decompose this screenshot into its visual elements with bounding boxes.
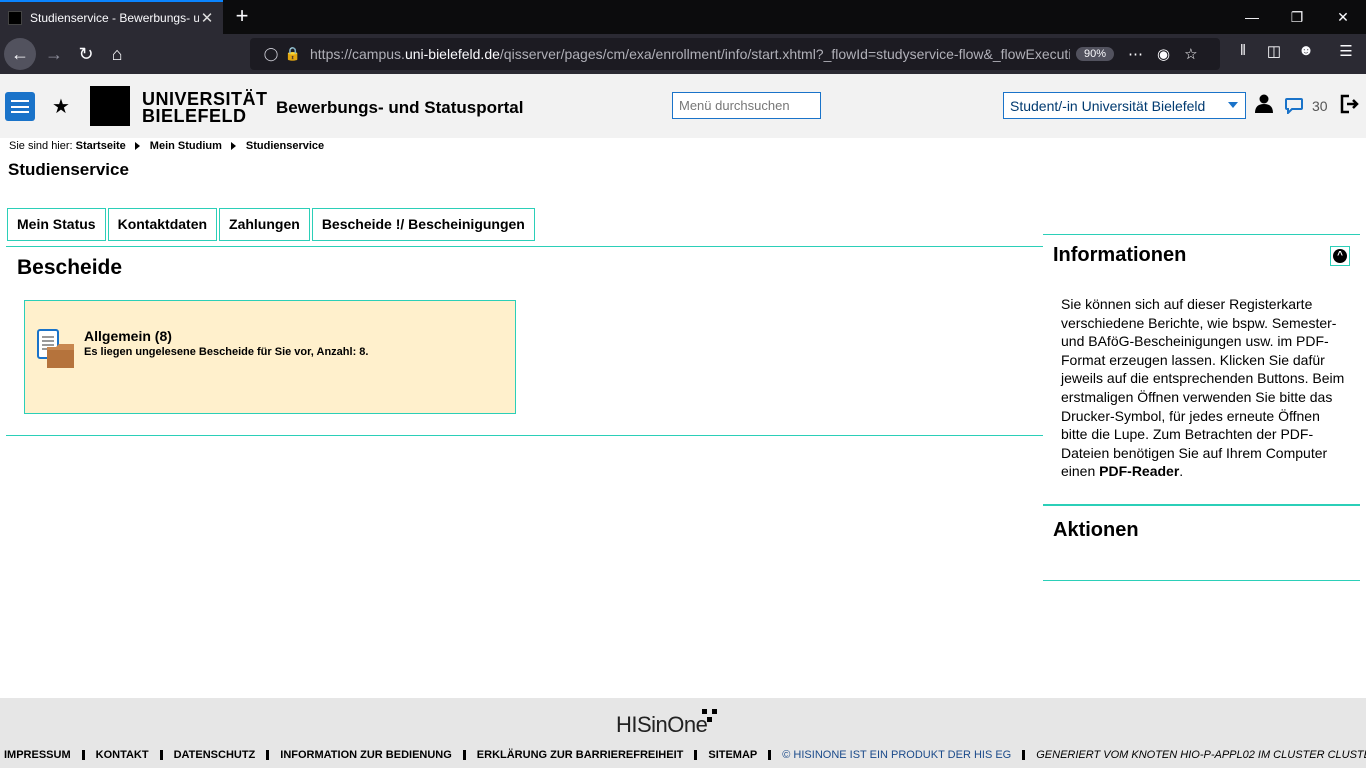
- footer: HISinOne IMPRESSUM KONTAKT DATENSCHUTZ I…: [0, 698, 1366, 768]
- pocket-icon[interactable]: ◉: [1157, 45, 1170, 63]
- bookmark-star-icon[interactable]: ☆: [1184, 45, 1197, 63]
- reload-icon[interactable]: ↻: [70, 38, 102, 70]
- logout-icon[interactable]: [1339, 94, 1359, 114]
- portal-title: Bewerbungs- und Statusportal: [276, 98, 524, 117]
- info-panel-text: Sie können sich auf dieser Registerkarte…: [1061, 296, 1345, 480]
- divider: [6, 246, 1043, 247]
- restore-icon[interactable]: ❐: [1274, 0, 1320, 34]
- more-actions-icon[interactable]: ⋯: [1128, 45, 1143, 63]
- footer-link-datenschutz[interactable]: DATENSCHUTZ: [174, 749, 256, 761]
- info-panel: Informationen ^ Sie können sich auf dies…: [1043, 234, 1360, 506]
- messages-icon[interactable]: [1285, 97, 1303, 114]
- tab-bar: Mein Status Kontaktdaten Zahlungen Besch…: [7, 208, 535, 241]
- breadcrumb-separator-icon: [134, 142, 140, 150]
- zoom-badge[interactable]: 90%: [1076, 47, 1115, 61]
- footer-separator: [768, 750, 772, 760]
- back-icon[interactable]: ←: [4, 38, 36, 70]
- tab-title: Studienservice - Bewerbungs- u: [30, 11, 199, 25]
- user-icon[interactable]: [1255, 94, 1273, 114]
- breadcrumb: Sie sind hier: Startseite Mein Studium S…: [9, 140, 324, 152]
- footer-separator: [1022, 750, 1026, 760]
- footer-separator: [81, 750, 85, 760]
- lock-icon[interactable]: 🔒: [282, 46, 304, 62]
- url-bar[interactable]: ◯ 🔒 https://campus.uni-bielefeld.de/qiss…: [250, 38, 1220, 70]
- url-text[interactable]: https://campus.uni-bielefeld.de/qisserve…: [310, 46, 1070, 62]
- home-icon[interactable]: ⌂: [101, 38, 133, 70]
- footer-separator: [159, 750, 163, 760]
- app-menu-icon[interactable]: ☰: [1334, 42, 1358, 60]
- info-panel-title: Informationen: [1053, 244, 1187, 266]
- hamburger-menu-button[interactable]: [5, 92, 35, 121]
- browser-nav-bar: ← → ↻ ⌂ ◯ 🔒 https://campus.uni-bielefeld…: [0, 34, 1366, 74]
- tab-bescheide[interactable]: Bescheide !/ Bescheinigungen: [311, 208, 535, 241]
- message-count[interactable]: 30: [1312, 98, 1328, 114]
- hisinone-logo: HISinOne: [616, 712, 708, 737]
- footer-copyright[interactable]: © HISINONE IST EIN PRODUKT DER HIS EG: [782, 749, 1011, 761]
- footer-separator: [694, 750, 698, 760]
- chevron-down-icon: [1228, 102, 1238, 108]
- account-icon[interactable]: ☻: [1294, 42, 1318, 59]
- breadcrumb-item-startseite[interactable]: Startseite: [76, 140, 126, 152]
- actions-panel-title: Aktionen: [1053, 519, 1139, 541]
- notice-text: Es liegen ungelesene Bescheide für Sie v…: [84, 346, 369, 358]
- new-tab-icon[interactable]: +: [230, 4, 254, 28]
- favorites-star-icon[interactable]: ★: [52, 94, 70, 119]
- forward-icon[interactable]: →: [38, 38, 70, 70]
- footer-separator: [266, 750, 270, 760]
- library-icon[interactable]: ‖: [1231, 42, 1255, 59]
- university-name[interactable]: UNIVERSITÄT BIELEFELD: [142, 90, 268, 125]
- window-close-icon[interactable]: ✕: [1320, 0, 1366, 34]
- breadcrumb-item-studienservice: Studienservice: [245, 140, 325, 152]
- footer-link-kontakt[interactable]: KONTAKT: [96, 749, 149, 761]
- tab-mein-status[interactable]: Mein Status: [7, 208, 106, 241]
- notice-title[interactable]: Allgemein (8): [84, 328, 172, 344]
- role-select[interactable]: Student/-in Universität Bielefeld: [1003, 92, 1246, 119]
- collapse-up-icon: ^: [1333, 249, 1347, 263]
- footer-link-sitemap[interactable]: SITEMAP: [708, 749, 757, 761]
- footer-link-impressum[interactable]: IMPRESSUM: [4, 749, 71, 761]
- footer-link-bedienung[interactable]: INFORMATION ZUR BEDIENUNG: [280, 749, 452, 761]
- divider: [6, 435, 1043, 436]
- favicon-icon: [8, 11, 22, 25]
- footer-separator: [462, 750, 466, 760]
- breadcrumb-separator-icon: [230, 142, 236, 150]
- breadcrumb-prefix: Sie sind hier:: [9, 140, 73, 152]
- minimize-icon[interactable]: —: [1229, 0, 1275, 34]
- browser-tab[interactable]: Studienservice - Bewerbungs- u ✕: [0, 0, 223, 34]
- tab-zahlungen[interactable]: Zahlungen: [219, 208, 310, 241]
- browser-tab-bar: Studienservice - Bewerbungs- u ✕ + — ❐ ✕: [0, 0, 1366, 34]
- actions-panel: Aktionen: [1043, 504, 1360, 581]
- tab-kontaktdaten[interactable]: Kontaktdaten: [107, 208, 218, 241]
- section-heading: Bescheide: [17, 256, 123, 279]
- university-logo[interactable]: [90, 86, 130, 126]
- breadcrumb-item-mein-studium[interactable]: Mein Studium: [150, 140, 222, 152]
- page-header: ★ UNIVERSITÄT BIELEFELD Bewerbungs- und …: [0, 74, 1366, 138]
- shield-icon[interactable]: ◯: [260, 46, 282, 62]
- footer-links: IMPRESSUM KONTAKT DATENSCHUTZ INFORMATIO…: [4, 749, 1366, 761]
- close-tab-icon[interactable]: ✕: [199, 9, 215, 27]
- collapse-button[interactable]: ^: [1330, 246, 1350, 266]
- page-title: Studienservice: [8, 160, 129, 179]
- menu-search-input[interactable]: Menü durchsuchen: [672, 92, 821, 119]
- hisinone-logo-mark: [702, 709, 717, 722]
- sidebar-icon[interactable]: ◫: [1262, 42, 1286, 60]
- footer-link-barrierefreiheit[interactable]: ERKLÄRUNG ZUR BARRIEREFREIHEIT: [477, 749, 684, 761]
- footer-generated-info: GENERIERT VOM KNOTEN HIO-P-APPL02 IM CLU…: [1036, 749, 1366, 761]
- notice-box-allgemein[interactable]: Allgemein (8) Es liegen ungelesene Besch…: [24, 300, 516, 414]
- documents-folder-icon: [37, 329, 74, 368]
